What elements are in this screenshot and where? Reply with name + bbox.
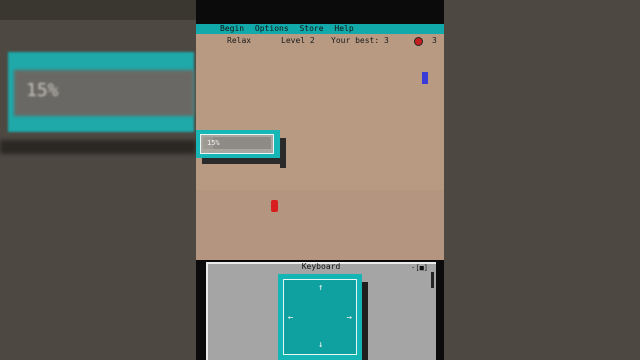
dpad[interactable]: ↑ ↓ ← → bbox=[278, 274, 362, 360]
arrow-left-icon[interactable]: ← bbox=[288, 314, 293, 323]
best-score: Your best: 3 bbox=[331, 36, 389, 45]
background-right bbox=[444, 0, 640, 360]
keyboard-scrollbar[interactable] bbox=[431, 272, 434, 288]
progress-label: 15% bbox=[207, 139, 220, 147]
progress-shadow-bottom bbox=[202, 158, 286, 164]
background-progress-text: 15% bbox=[26, 80, 59, 101]
background-band bbox=[0, 0, 196, 20]
status-bar: Relax Level 2 Your best: 3 3 bbox=[196, 34, 444, 48]
arrow-up-icon[interactable]: ↑ bbox=[318, 284, 323, 293]
keyboard-title: Keyboard bbox=[301, 262, 341, 271]
blue-block bbox=[422, 72, 428, 84]
keyboard-edge bbox=[206, 264, 208, 360]
heart-icon bbox=[414, 37, 423, 46]
arrow-right-icon[interactable]: → bbox=[347, 314, 352, 323]
play-field-lower bbox=[196, 190, 444, 260]
level-indicator: Level 2 bbox=[281, 36, 315, 45]
dpad-shadow bbox=[362, 282, 368, 360]
menu-item-begin[interactable]: Begin bbox=[220, 24, 244, 33]
menu-item-options[interactable]: Options bbox=[255, 24, 289, 33]
game-mode: Relax bbox=[227, 36, 252, 45]
progress-inner: 15% bbox=[200, 134, 274, 154]
arrow-down-icon[interactable]: ↓ bbox=[318, 341, 323, 350]
progress-bar: 15% bbox=[203, 137, 271, 149]
dpad-inner: ↑ ↓ ← → bbox=[283, 279, 357, 355]
menu-item-help[interactable]: Help bbox=[334, 24, 353, 33]
background-left: 15% bbox=[0, 0, 196, 360]
red-block bbox=[271, 200, 278, 212]
keyboard-close-button[interactable]: -[■] bbox=[411, 263, 428, 273]
lives-count: 3 bbox=[432, 36, 437, 45]
background-shade bbox=[0, 140, 196, 154]
play-field[interactable]: Relax Level 2 Your best: 3 3 15% bbox=[196, 34, 444, 260]
progress-dialog: 15% bbox=[196, 130, 280, 158]
keyboard-panel: Keyboard -[■] ↑ ↓ ← → bbox=[206, 262, 436, 360]
game-screen: Begin Options Store Help Relax Level 2 Y… bbox=[196, 0, 444, 360]
menu-bar: Begin Options Store Help bbox=[196, 24, 444, 34]
menu-item-store[interactable]: Store bbox=[299, 24, 323, 33]
